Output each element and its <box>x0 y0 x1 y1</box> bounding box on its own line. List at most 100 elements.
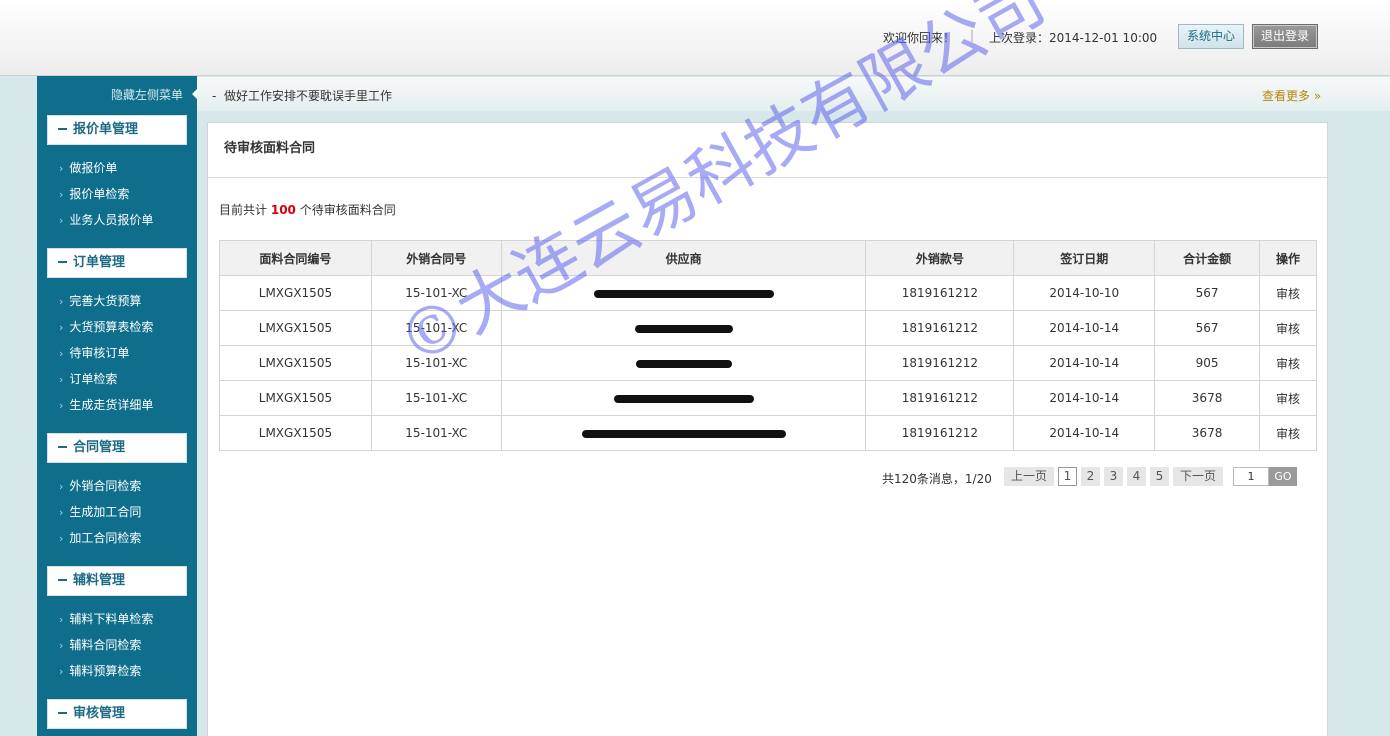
go-button[interactable]: GO <box>1269 467 1297 486</box>
menu-item-make-quotation[interactable]: › 做报价单 <box>59 159 117 177</box>
minus-icon <box>58 445 67 448</box>
table-header-row: 面料合同编号 外销合同号 供应商 外销款号 签订日期 合计金额 操作 <box>219 240 1317 276</box>
redacted-supplier <box>635 359 732 368</box>
menu-item-accessory-budget-search[interactable]: › 辅料预算检索 <box>59 662 141 680</box>
top-header: 欢迎你回来！ | 上次登录：2014-12-01 10:00 系统中心 退出登录 <box>0 0 1390 76</box>
menu-group-contracts[interactable]: 合同管理 <box>47 433 187 463</box>
hide-menu-toggle[interactable]: 隐藏左侧菜单 <box>37 76 197 112</box>
menu-item-label: 生成走货详细单 <box>69 398 154 412</box>
menu-item-label: 加工合同检索 <box>69 531 142 545</box>
main-panel: 待审核面料合同 目前共计 100 个待审核面料合同 面料合同编号 外销合同号 供… <box>207 122 1328 736</box>
date-cell: 2014-10-14 <box>1013 380 1156 416</box>
review-link[interactable]: 审核 <box>1259 415 1317 451</box>
page-title: 待审核面料合同 <box>208 123 1327 178</box>
supplier-cell <box>500 380 867 416</box>
chevron-right-icon: › <box>59 532 64 545</box>
goto-page-input[interactable]: 1 <box>1233 467 1269 486</box>
column-header: 供应商 <box>500 240 867 276</box>
page-button-1[interactable]: 1 <box>1058 467 1077 486</box>
contracts-table: 面料合同编号 外销合同号 供应商 外销款号 签订日期 合计金额 操作 LMXGX… <box>219 240 1317 451</box>
chevron-right-icon: › <box>59 399 64 412</box>
minus-icon <box>58 127 67 130</box>
menu-item-quotation-search[interactable]: › 报价单检索 <box>59 185 129 203</box>
review-link[interactable]: 审核 <box>1259 345 1317 381</box>
column-header: 外销款号 <box>865 240 1015 276</box>
table-row: LMXGX1505 15-101-XC 1819161212 2014-10-1… <box>219 415 1317 451</box>
redacted-supplier <box>593 289 774 298</box>
menu-item-label: 报价单检索 <box>69 187 130 201</box>
menu-group-label: 合同管理 <box>73 440 126 455</box>
review-link[interactable]: 审核 <box>1259 310 1317 346</box>
system-center-button[interactable]: 系统中心 <box>1178 24 1244 49</box>
menu-group-label: 审核管理 <box>73 706 126 721</box>
chevron-right-icon: › <box>59 214 64 227</box>
date-cell: 2014-10-14 <box>1013 415 1156 451</box>
contract-no-cell: LMXGX1505 <box>219 310 372 346</box>
menu-item-sales-contract-search[interactable]: › 外销合同检索 <box>59 477 141 495</box>
logout-button[interactable]: 退出登录 <box>1252 24 1318 49</box>
supplier-cell <box>500 310 867 346</box>
page-button-3[interactable]: 3 <box>1104 467 1123 486</box>
column-header: 外销合同号 <box>370 240 502 276</box>
column-header: 面料合同编号 <box>219 240 372 276</box>
redacted-supplier <box>581 429 786 438</box>
menu-group-quotation[interactable]: 报价单管理 <box>47 115 187 145</box>
contract-no-cell: LMXGX1505 <box>219 275 372 311</box>
menu-item-label: 大货预算表检索 <box>69 320 154 334</box>
sales-no-cell: 15-101-XC <box>370 275 502 311</box>
amount-cell: 567 <box>1154 310 1261 346</box>
menu-item-order-search[interactable]: › 订单检索 <box>59 370 117 388</box>
hide-menu-label: 隐藏左侧菜单 <box>110 88 183 102</box>
chevron-right-icon: › <box>59 162 64 175</box>
summary-count: 100 <box>270 203 296 217</box>
notice-text: 做好工作安排不要耽误手里工作 <box>223 89 392 103</box>
menu-group-label: 订单管理 <box>73 255 126 270</box>
date-cell: 2014-10-14 <box>1013 345 1156 381</box>
menu-group-accessories[interactable]: 辅料管理 <box>47 566 187 596</box>
style-no-cell: 1819161212 <box>865 275 1015 311</box>
page-button-4[interactable]: 4 <box>1127 467 1146 486</box>
menu-item-processing-contract-search[interactable]: › 加工合同检索 <box>59 529 141 547</box>
notice-dash: - <box>212 89 217 103</box>
column-header: 合计金额 <box>1154 240 1261 276</box>
style-no-cell: 1819161212 <box>865 345 1015 381</box>
sidebar: 隐藏左侧菜单 报价单管理 › 做报价单 › 报价单检索 › 业务人员报价单 订单管理 … <box>37 76 197 736</box>
menu-item-label: 做报价单 <box>69 161 118 175</box>
menu-item-accessory-cutting-search[interactable]: › 辅料下料单检索 <box>59 610 153 628</box>
table-row: LMXGX1505 15-101-XC 1819161212 2014-10-1… <box>219 275 1317 311</box>
supplier-cell <box>500 415 867 451</box>
menu-group-label: 辅料管理 <box>73 573 126 588</box>
welcome-text: 欢迎你回来！ <box>883 31 956 45</box>
view-more-link[interactable]: 查看更多 » <box>1262 87 1321 104</box>
menu-item-sales-quotation[interactable]: › 业务人员报价单 <box>59 211 153 229</box>
review-link[interactable]: 审核 <box>1259 380 1317 416</box>
menu-item-pending-orders[interactable]: › 待审核订单 <box>59 344 129 362</box>
sales-no-cell: 15-101-XC <box>370 415 502 451</box>
menu-item-complete-budget[interactable]: › 完善大货预算 <box>59 292 141 310</box>
menu-item-accessory-contract-search[interactable]: › 辅料合同检索 <box>59 636 141 654</box>
review-link[interactable]: 审核 <box>1259 275 1317 311</box>
prev-page-button[interactable]: 上一页 <box>1004 467 1054 486</box>
menu-item-shipment-detail[interactable]: › 生成走货详细单 <box>59 396 153 414</box>
style-no-cell: 1819161212 <box>865 415 1015 451</box>
menu-item-budget-search[interactable]: › 大货预算表检索 <box>59 318 153 336</box>
next-page-button[interactable]: 下一页 <box>1173 467 1223 486</box>
menu-group-review[interactable]: 审核管理 <box>47 699 187 729</box>
page-button-5[interactable]: 5 <box>1150 467 1169 486</box>
page-button-2[interactable]: 2 <box>1081 467 1100 486</box>
menu-item-label: 生成加工合同 <box>69 505 142 519</box>
menu-item-label: 外销合同检索 <box>69 479 142 493</box>
chevron-right-icon: › <box>59 665 64 678</box>
menu-group-orders[interactable]: 订单管理 <box>47 248 187 278</box>
summary-suffix: 个待审核面料合同 <box>299 203 396 217</box>
sales-no-cell: 15-101-XC <box>370 380 502 416</box>
summary-text: 目前共计 100 个待审核面料合同 <box>219 201 396 218</box>
menu-item-generate-processing-contract[interactable]: › 生成加工合同 <box>59 503 141 521</box>
chevron-right-icon: › <box>59 188 64 201</box>
date-cell: 2014-10-10 <box>1013 275 1156 311</box>
column-header: 操作 <box>1259 240 1317 276</box>
date-cell: 2014-10-14 <box>1013 310 1156 346</box>
amount-cell: 905 <box>1154 345 1261 381</box>
last-login-text: 上次登录：2014-12-01 10:00 <box>989 31 1158 45</box>
menu-group-label: 报价单管理 <box>73 122 139 137</box>
